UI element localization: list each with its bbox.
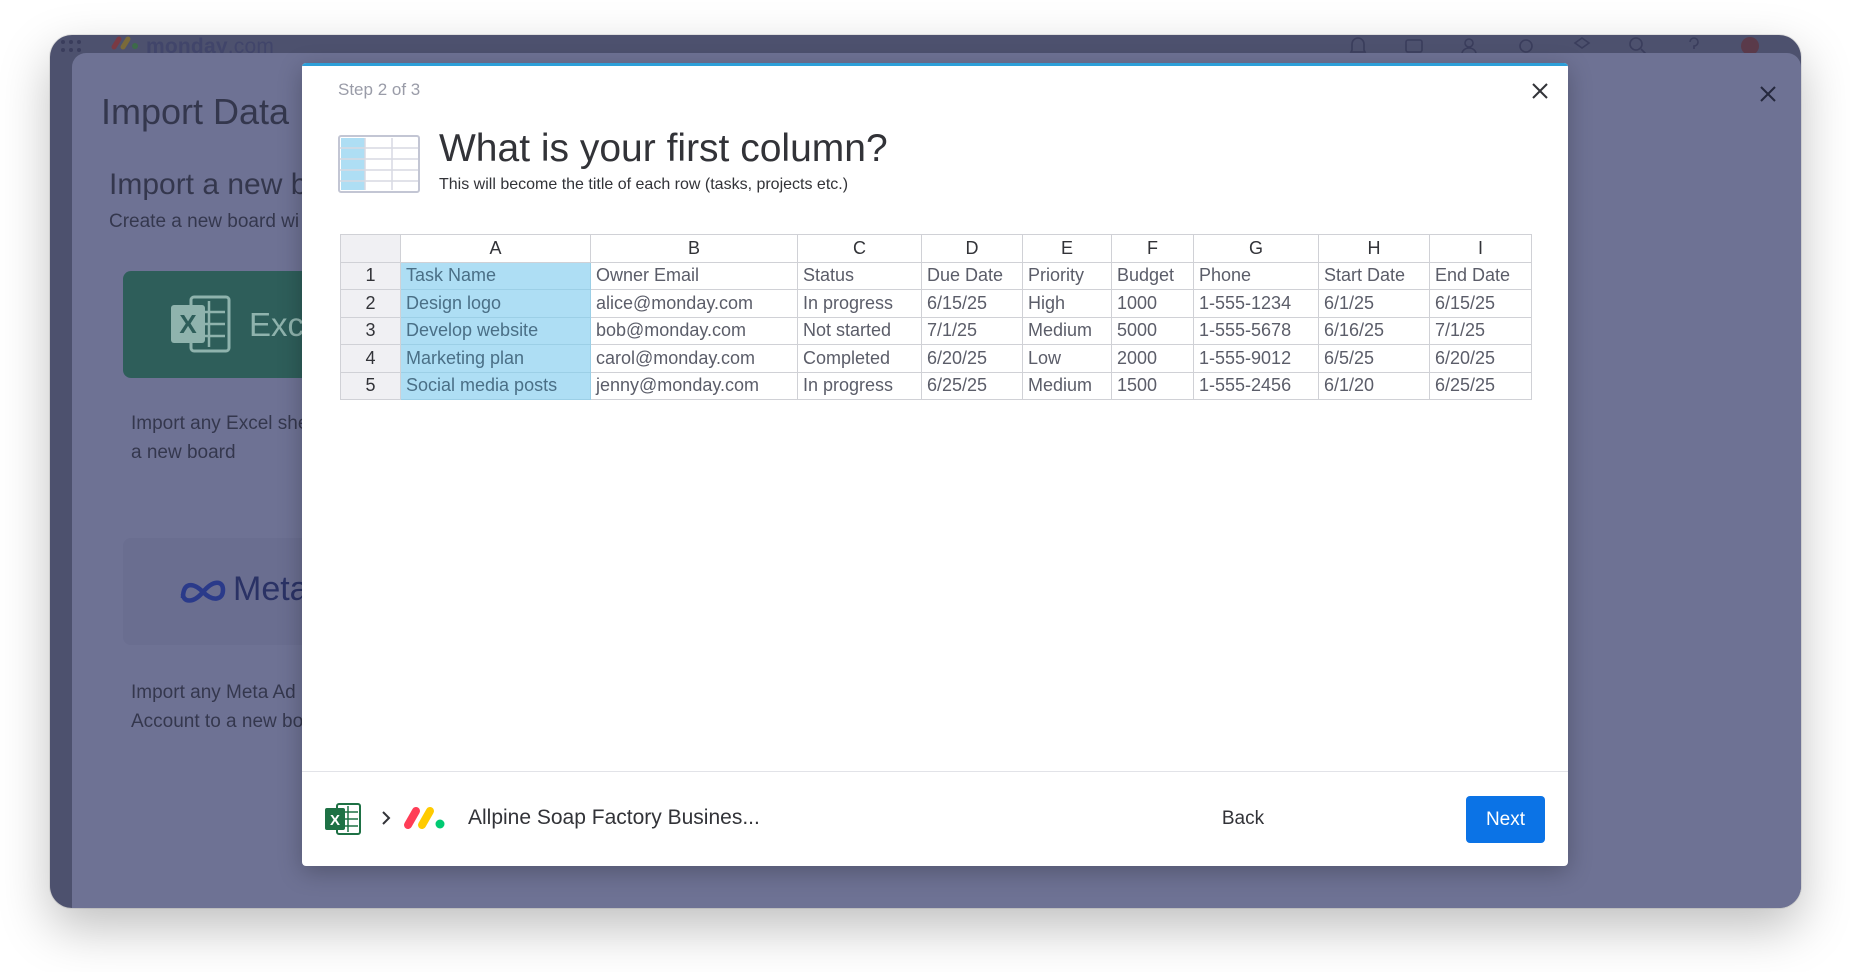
table-cell[interactable]: Task Name <box>400 261 591 290</box>
modal-title: What is your first column? <box>439 127 888 170</box>
row-number: 2 <box>340 289 401 318</box>
monday-logo-icon <box>404 807 445 829</box>
table-cell[interactable]: Develop website <box>400 316 591 345</box>
table-cell[interactable]: 6/25/25 <box>1429 371 1532 400</box>
table-row: 3 Develop website bob@monday.com Not sta… <box>340 316 1532 345</box>
table-row: 5 Social media posts jenny@monday.com In… <box>340 371 1532 400</box>
table-cell[interactable]: Start Date <box>1318 261 1430 290</box>
row-number: 3 <box>340 316 401 345</box>
column-header-e[interactable]: E <box>1022 234 1112 263</box>
modal-accent-bar <box>302 63 1568 66</box>
table-cell[interactable]: jenny@monday.com <box>590 371 798 400</box>
back-button[interactable]: Back <box>1200 796 1286 842</box>
modal-subtitle: This will become the title of each row (… <box>439 176 849 193</box>
table-cell[interactable]: Medium <box>1022 316 1112 345</box>
monday-logo-icon <box>111 36 138 50</box>
table-cell[interactable]: High <box>1022 289 1112 318</box>
table-cell[interactable]: Completed <box>797 344 922 373</box>
row-number: 5 <box>340 371 401 400</box>
table-cell[interactable]: 6/20/25 <box>921 344 1023 373</box>
row-number: 1 <box>340 261 401 290</box>
table-cell[interactable]: Low <box>1022 344 1112 373</box>
corner-cell <box>340 234 401 263</box>
table-cell[interactable]: Not started <box>797 316 922 345</box>
table-cell[interactable]: bob@monday.com <box>590 316 798 345</box>
column-header-a[interactable]: A <box>400 234 591 263</box>
table-cell[interactable]: 6/25/25 <box>921 371 1023 400</box>
table-cell[interactable]: 6/5/25 <box>1318 344 1430 373</box>
table-cell[interactable]: Status <box>797 261 922 290</box>
table-cell[interactable]: 1500 <box>1111 371 1194 400</box>
svg-text:X: X <box>179 309 197 339</box>
meta-card-text-2: Account to a new bo <box>131 711 304 732</box>
table-cell[interactable]: Social media posts <box>400 371 591 400</box>
table-cell[interactable]: 1000 <box>1111 289 1194 318</box>
chevron-right-icon <box>382 811 391 825</box>
table-cell[interactable]: Due Date <box>921 261 1023 290</box>
column-header-f[interactable]: F <box>1111 234 1194 263</box>
next-button[interactable]: Next <box>1466 796 1545 843</box>
excel-icon: X <box>171 295 231 353</box>
table-cell[interactable]: 6/1/25 <box>1318 289 1430 318</box>
modal-footer: X Allpine Soap Factory Busines... Back N… <box>302 771 1568 866</box>
excel-icon: X <box>325 803 361 835</box>
table-cell[interactable]: alice@monday.com <box>590 289 798 318</box>
step-indicator: Step 2 of 3 <box>338 80 421 99</box>
panel-subtitle: Import a new b <box>109 168 308 201</box>
table-cell[interactable]: 1-555-1234 <box>1193 289 1319 318</box>
table-cell[interactable]: Owner Email <box>590 261 798 290</box>
column-header-row: A B C D E F G H I <box>340 234 1532 263</box>
table-cell[interactable]: 7/1/25 <box>921 316 1023 345</box>
table-cell[interactable]: 1-555-9012 <box>1193 344 1319 373</box>
column-header-c[interactable]: C <box>797 234 922 263</box>
column-header-b[interactable]: B <box>590 234 798 263</box>
column-header-i[interactable]: I <box>1429 234 1532 263</box>
table-row: 4 Marketing plan carol@monday.com Comple… <box>340 344 1532 373</box>
table-cell[interactable]: 2000 <box>1111 344 1194 373</box>
column-header-d[interactable]: D <box>921 234 1023 263</box>
column-header-h[interactable]: H <box>1318 234 1430 263</box>
excel-card-text-2: a new board <box>131 442 236 463</box>
table-cell[interactable]: Design logo <box>400 289 591 318</box>
apps-grid-icon[interactable] <box>60 39 82 55</box>
row-number: 4 <box>340 344 401 373</box>
import-modal: Step 2 of 3 What is your first column? T… <box>302 63 1568 866</box>
panel-title: Import Data <box>101 91 290 132</box>
table-cell[interactable]: In progress <box>797 371 922 400</box>
excel-card-text-1: Import any Excel she <box>131 413 309 434</box>
table-cell[interactable]: Budget <box>1111 261 1194 290</box>
table-cell[interactable]: Phone <box>1193 261 1319 290</box>
column-header-g[interactable]: G <box>1193 234 1319 263</box>
table-cell[interactable]: 5000 <box>1111 316 1194 345</box>
table-cell[interactable]: 6/15/25 <box>921 289 1023 318</box>
table-cell[interactable]: In progress <box>797 289 922 318</box>
table-cell[interactable]: 6/1/20 <box>1318 371 1430 400</box>
spreadsheet-preview: A B C D E F G H I 1 Task Name Owner Emai… <box>340 234 1532 400</box>
table-cell[interactable]: 1-555-2456 <box>1193 371 1319 400</box>
table-cell[interactable]: End Date <box>1429 261 1532 290</box>
spreadsheet-column-icon <box>338 135 420 193</box>
table-cell[interactable]: Medium <box>1022 371 1112 400</box>
table-row: 1 Task Name Owner Email Status Due Date … <box>340 261 1532 290</box>
meta-card-label: Meta <box>233 570 309 608</box>
meta-logo-icon <box>180 580 226 603</box>
table-cell[interactable]: 7/1/25 <box>1429 316 1532 345</box>
table-cell[interactable]: 6/16/25 <box>1318 316 1430 345</box>
table-cell[interactable]: 6/20/25 <box>1429 344 1532 373</box>
table-cell[interactable]: carol@monday.com <box>590 344 798 373</box>
meta-card-text-1: Import any Meta Ad <box>131 682 296 703</box>
table-row: 2 Design logo alice@monday.com In progre… <box>340 289 1532 318</box>
svg-text:X: X <box>330 812 340 829</box>
close-icon[interactable] <box>1527 78 1553 104</box>
table-cell[interactable]: Marketing plan <box>400 344 591 373</box>
table-cell[interactable]: 6/15/25 <box>1429 289 1532 318</box>
table-cell[interactable]: Priority <box>1022 261 1112 290</box>
panel-description: Create a new board wi <box>109 211 300 232</box>
table-cell[interactable]: 1-555-5678 <box>1193 316 1319 345</box>
board-name: Allpine Soap Factory Busines... <box>468 806 760 829</box>
panel-close-icon[interactable] <box>1757 83 1779 105</box>
